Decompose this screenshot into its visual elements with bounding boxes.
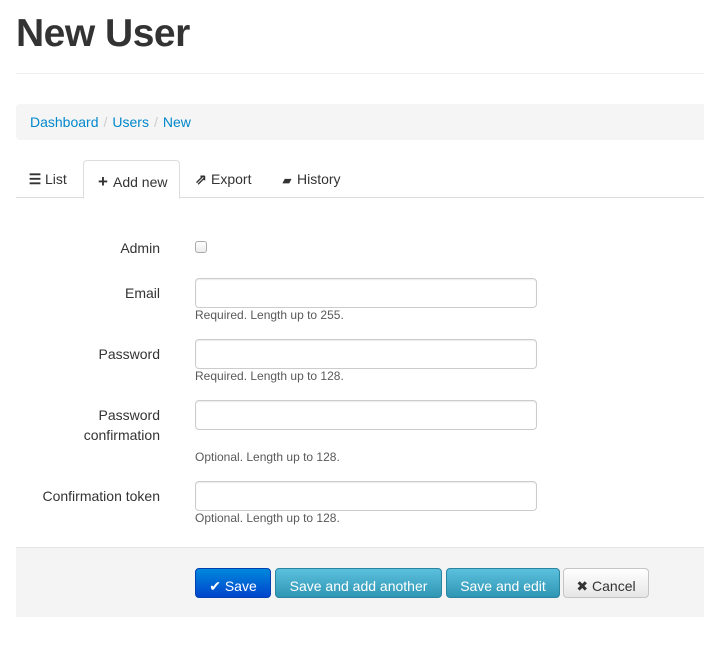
tab-export[interactable]: ⇗ Export <box>182 160 263 198</box>
password-confirmation-help-text: Optional. Length up to 128. <box>195 450 340 464</box>
password-help-text: Required. Length up to 128. <box>195 369 344 383</box>
password-label: Password <box>98 346 160 362</box>
confirmation-token-field[interactable] <box>195 481 537 511</box>
tab-label: History <box>297 171 341 187</box>
tab-bar: ☰ List + Add new ⇗ Export ▰ History <box>16 160 704 199</box>
close-icon: ✖ <box>576 577 589 594</box>
save-label: Save <box>224 577 257 594</box>
book-icon: ▰ <box>282 175 292 187</box>
email-field[interactable] <box>195 278 537 308</box>
tab-label: Add new <box>113 174 168 190</box>
password-confirmation-label: Password confirmation <box>84 405 160 445</box>
cancel-button[interactable]: ✖ Cancel <box>563 568 649 598</box>
breadcrumb-new[interactable]: New <box>163 114 191 130</box>
cancel-label: Cancel <box>592 577 636 594</box>
label-line: confirmation <box>83 427 160 443</box>
password-field[interactable] <box>195 339 537 369</box>
breadcrumb-separator: / <box>103 114 108 130</box>
password-confirmation-field[interactable] <box>195 400 537 430</box>
breadcrumb-separator: / <box>153 114 158 130</box>
label-line: Password <box>98 407 160 423</box>
tab-list[interactable]: ☰ List <box>16 160 79 198</box>
confirmation-token-label: Confirmation token <box>42 488 160 504</box>
confirmation-token-help-text: Optional. Length up to 128. <box>195 511 340 525</box>
tab-label: List <box>45 171 67 187</box>
breadcrumb: Dashboard / Users / New <box>16 104 704 140</box>
page-title: New User <box>16 12 190 55</box>
email-label: Email <box>124 285 160 301</box>
title-divider <box>16 73 704 74</box>
save-and-add-another-button[interactable]: Save and add another <box>275 568 442 598</box>
email-help-text: Required. Length up to 255. <box>195 308 344 322</box>
form-actions: ✔ Save Save and add another Save and edi… <box>16 547 704 617</box>
breadcrumb-dashboard[interactable]: Dashboard <box>30 114 99 130</box>
breadcrumb-users[interactable]: Users <box>112 114 149 130</box>
plus-icon: + <box>98 172 108 191</box>
tab-add-new[interactable]: + Add new <box>83 160 181 199</box>
save-and-edit-button[interactable]: Save and edit <box>446 568 560 598</box>
admin-checkbox[interactable] <box>195 241 207 253</box>
save-button[interactable]: ✔ Save <box>195 568 271 598</box>
tab-history[interactable]: ▰ History <box>268 160 353 198</box>
admin-label: Admin <box>120 240 160 256</box>
check-icon: ✔ <box>209 577 221 594</box>
tab-label: Export <box>211 171 252 187</box>
list-icon: ☰ <box>28 171 42 187</box>
share-icon: ⇗ <box>195 171 207 187</box>
